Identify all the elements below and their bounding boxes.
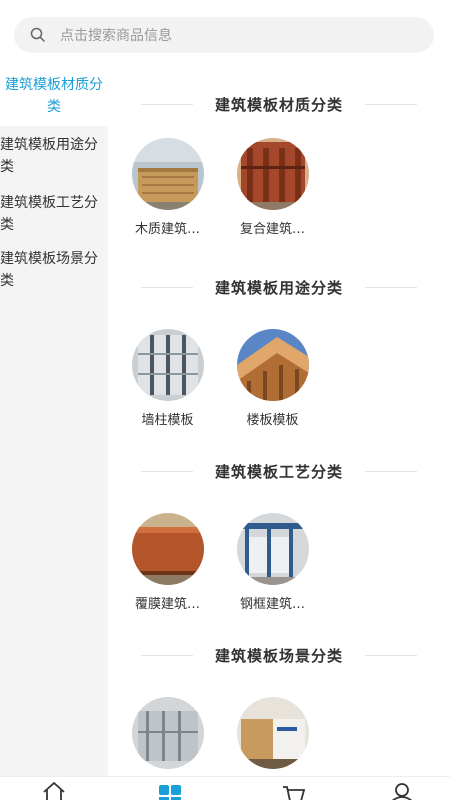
section-title: 建筑模板材质分类 bbox=[214, 95, 343, 114]
sidebar-item-label: 建筑模板材质分类 bbox=[5, 77, 103, 115]
divider bbox=[365, 654, 417, 656]
product-item-wood[interactable]: 木质建筑… bbox=[130, 138, 205, 237]
cart-icon bbox=[282, 781, 306, 800]
home-icon bbox=[42, 781, 66, 800]
search-icon bbox=[30, 27, 46, 43]
section-header: 建筑模板工艺分类 bbox=[108, 459, 450, 483]
divider bbox=[140, 470, 193, 472]
product-item-steel-frame[interactable]: 钢框建筑… bbox=[235, 513, 310, 612]
category-icon bbox=[158, 781, 182, 800]
divider bbox=[140, 286, 193, 288]
section-title: 建筑模板用途分类 bbox=[214, 278, 343, 297]
sidebar-item-label: 建筑模板用途分类 bbox=[0, 137, 98, 175]
section-header: 建筑模板材质分类 bbox=[108, 92, 450, 116]
divider bbox=[365, 103, 417, 105]
sidebar-item-material[interactable]: 建筑模板材质分类 bbox=[0, 64, 108, 126]
product-name: 钢框建筑… bbox=[239, 597, 305, 612]
product-image bbox=[131, 329, 204, 401]
product-image bbox=[131, 138, 204, 210]
product-item-wall-column[interactable]: 墙柱模板 bbox=[130, 329, 205, 428]
sidebar-item-label: 建筑模板工艺分类 bbox=[0, 195, 98, 233]
section-material: 建筑模板材质分类 木质建筑… 复合建筑… bbox=[108, 92, 450, 237]
category-sidebar: 建筑模板材质分类 建筑模板用途分类 建筑模板工艺分类 建筑模板场景分类 bbox=[0, 64, 108, 776]
divider bbox=[140, 103, 193, 105]
product-list: 木质建筑… 复合建筑… bbox=[130, 138, 450, 237]
divider bbox=[365, 286, 417, 288]
category-content: 建筑模板材质分类 木质建筑… 复合建筑… 建筑模板用途分类 墙柱模板 楼板模板 … bbox=[108, 64, 450, 776]
product-image bbox=[236, 329, 309, 401]
product-image bbox=[236, 513, 309, 585]
bottom-tab-bar bbox=[0, 776, 450, 800]
search-placeholder: 点击搜索商品信息 bbox=[60, 28, 172, 44]
search-input[interactable]: 点击搜索商品信息 bbox=[14, 17, 434, 53]
user-icon bbox=[390, 781, 414, 800]
search-bar: 点击搜索商品信息 bbox=[0, 0, 450, 64]
product-name: 墙柱模板 bbox=[141, 413, 194, 428]
tab-category[interactable] bbox=[158, 781, 182, 800]
sidebar-item-label: 建筑模板场景分类 bbox=[0, 251, 98, 289]
section-title: 建筑模板场景分类 bbox=[214, 646, 343, 665]
divider bbox=[140, 654, 193, 656]
sidebar-item-usage[interactable]: 建筑模板用途分类 bbox=[0, 126, 108, 186]
section-header: 建筑模板场景分类 bbox=[108, 643, 450, 667]
product-name: 木质建筑… bbox=[134, 222, 200, 237]
product-image bbox=[236, 138, 309, 210]
product-list: 覆膜建筑… 钢框建筑… bbox=[130, 513, 450, 612]
divider bbox=[365, 470, 417, 472]
product-item-scene-2[interactable] bbox=[235, 697, 310, 769]
tab-home[interactable] bbox=[42, 781, 66, 800]
tab-profile[interactable] bbox=[390, 781, 414, 800]
product-item-composite[interactable]: 复合建筑… bbox=[235, 138, 310, 237]
product-name: 复合建筑… bbox=[239, 222, 305, 237]
product-item-film-faced[interactable]: 覆膜建筑… bbox=[130, 513, 205, 612]
section-craft: 建筑模板工艺分类 覆膜建筑… 钢框建筑… bbox=[108, 459, 450, 612]
product-item-scene-1[interactable] bbox=[130, 697, 205, 769]
product-image bbox=[236, 697, 309, 769]
product-item-floor-slab[interactable]: 楼板模板 bbox=[235, 329, 310, 428]
product-image bbox=[131, 513, 204, 585]
section-scene: 建筑模板场景分类 bbox=[108, 643, 450, 769]
section-header: 建筑模板用途分类 bbox=[108, 275, 450, 299]
product-image bbox=[131, 697, 204, 769]
product-list bbox=[130, 697, 450, 769]
sidebar-item-craft[interactable]: 建筑模板工艺分类 bbox=[0, 186, 108, 246]
tab-cart[interactable] bbox=[282, 781, 306, 800]
section-title: 建筑模板工艺分类 bbox=[214, 462, 343, 481]
sidebar-item-scene[interactable]: 建筑模板场景分类 bbox=[0, 246, 108, 306]
product-list: 墙柱模板 楼板模板 bbox=[130, 329, 450, 428]
section-usage: 建筑模板用途分类 墙柱模板 楼板模板 bbox=[108, 275, 450, 428]
product-name: 楼板模板 bbox=[246, 413, 299, 428]
product-name: 覆膜建筑… bbox=[134, 597, 200, 612]
